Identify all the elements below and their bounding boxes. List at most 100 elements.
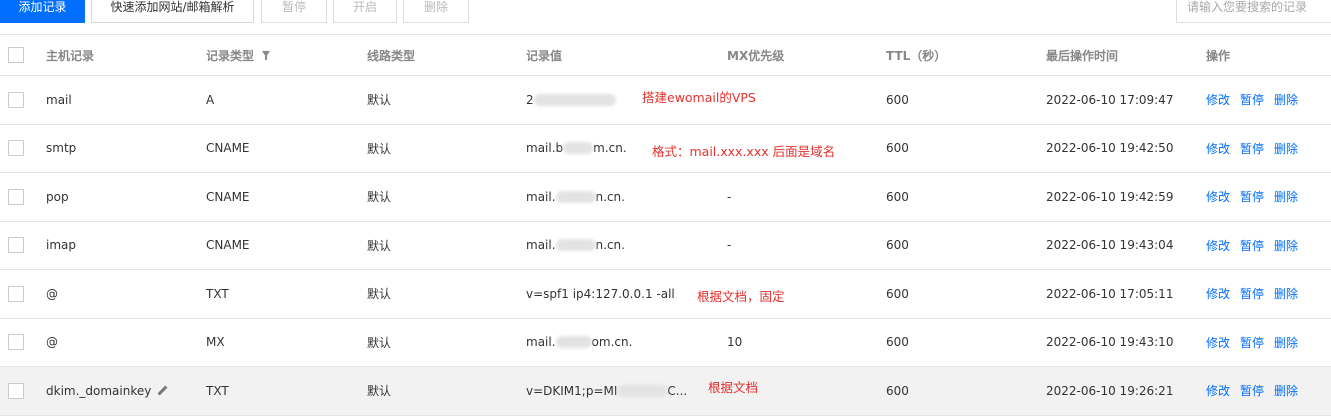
- modify-link[interactable]: 修改: [1206, 382, 1230, 399]
- table-row: @ TXT 默认 v=spf1 ip4:127.0.0.1 -all 600 2…: [0, 270, 1331, 319]
- pause-link[interactable]: 暂停: [1240, 140, 1264, 157]
- annotation-note: 根据文档: [708, 380, 759, 395]
- value-text: v=DKIM1;p=MI: [526, 383, 618, 398]
- ops-cell: 修改 暂停 删除: [1206, 222, 1308, 270]
- value-text: mail.: [526, 238, 556, 253]
- row-checkbox[interactable]: [8, 140, 24, 157]
- redacted-blur: [555, 336, 592, 349]
- value-text: v=spf1 ip4:127.0.0.1 -all: [526, 286, 675, 301]
- delete-link[interactable]: 删除: [1274, 334, 1298, 351]
- value-text-end: n.cn.: [595, 189, 625, 204]
- value-cell: v=spf1 ip4:127.0.0.1 -all: [526, 270, 675, 318]
- time-cell: 2022-06-10 19:42:59: [1046, 189, 1174, 204]
- pencil-icon[interactable]: [157, 386, 167, 396]
- pause-link[interactable]: 暂停: [1240, 237, 1264, 254]
- modify-link[interactable]: 修改: [1206, 91, 1230, 108]
- row-checkbox[interactable]: [8, 188, 24, 205]
- pause-button[interactable]: 暂停: [261, 0, 327, 23]
- value-text-end: om.cn.: [591, 335, 633, 350]
- header-line: 线路类型: [367, 48, 416, 63]
- dns-records-table: 主机记录 记录类型 线路类型 记录值 MX优先级 TTL（秒） 最后操作时间 操…: [0, 34, 1331, 416]
- row-checkbox[interactable]: [8, 91, 24, 108]
- redacted-blur: [555, 239, 596, 252]
- value-text: mail.b: [526, 141, 564, 156]
- mx-cell: -: [727, 189, 732, 204]
- value-text: mail.: [526, 335, 556, 350]
- pause-link[interactable]: 暂停: [1240, 382, 1264, 399]
- redacted-blur: [563, 142, 594, 155]
- type-cell: CNAME: [206, 189, 250, 204]
- value-text-end: C...: [667, 383, 688, 398]
- redacted-blur: [617, 384, 668, 397]
- time-cell: 2022-06-10 17:05:11: [1046, 286, 1174, 301]
- mx-cell: -: [727, 238, 732, 253]
- quick-add-button[interactable]: 快速添加网站/邮箱解析: [91, 0, 254, 23]
- redacted-blur: [555, 190, 596, 203]
- type-cell: TXT: [206, 383, 229, 398]
- annotation-note: 搭建ewomail的VPS: [642, 90, 756, 105]
- header-ops: 操作: [1206, 48, 1231, 63]
- line-cell: 默认: [367, 190, 392, 205]
- time-cell: 2022-06-10 19:43:10: [1046, 335, 1174, 350]
- ops-cell: 修改 暂停 删除: [1206, 76, 1308, 124]
- row-checkbox[interactable]: [8, 285, 24, 302]
- table-row: imap CNAME 默认 mail. n.cn. - 600 2022-06-1…: [0, 222, 1331, 270]
- host-cell: smtp: [46, 141, 77, 156]
- row-checkbox[interactable]: [8, 237, 24, 254]
- ops-cell: 修改 暂停 删除: [1206, 125, 1308, 173]
- row-checkbox[interactable]: [8, 334, 24, 351]
- ops-cell: 修改 暂停 删除: [1206, 173, 1308, 221]
- delete-button[interactable]: 删除: [403, 0, 469, 23]
- delete-link[interactable]: 删除: [1274, 188, 1298, 205]
- host-cell: dkim._domainkey: [46, 367, 167, 415]
- time-cell: 2022-06-10 19:43:04: [1046, 238, 1174, 253]
- delete-link[interactable]: 删除: [1274, 382, 1298, 399]
- row-checkbox[interactable]: [8, 382, 24, 399]
- header-time: 最后操作时间: [1046, 48, 1119, 63]
- line-cell: 默认: [367, 93, 392, 108]
- select-all-checkbox[interactable]: [8, 47, 24, 63]
- time-cell: 2022-06-10 19:42:50: [1046, 141, 1174, 156]
- ops-cell: 修改 暂停 删除: [1206, 367, 1308, 415]
- modify-link[interactable]: 修改: [1206, 188, 1230, 205]
- pause-link[interactable]: 暂停: [1240, 334, 1264, 351]
- filter-icon[interactable]: [262, 51, 271, 60]
- table-row: pop CNAME 默认 mail. n.cn. - 600 2022-06-10…: [0, 173, 1331, 222]
- value-text-end: m.cn.: [593, 141, 627, 156]
- header-value: 记录值: [526, 48, 563, 63]
- pause-link[interactable]: 暂停: [1240, 285, 1264, 302]
- annotation-note: 根据文档，固定: [697, 289, 785, 304]
- modify-link[interactable]: 修改: [1206, 285, 1230, 302]
- value-cell: mail. n.cn.: [526, 222, 625, 270]
- table-row: smtp CNAME 默认 mail.b m.cn. 600 2022-06-10…: [0, 125, 1331, 173]
- redacted-blur: [533, 93, 616, 106]
- toolbar: 添加记录 快速添加网站/邮箱解析 暂停 开启 删除: [0, 0, 1331, 34]
- value-cell: mail. om.cn.: [526, 319, 632, 367]
- annotation-note: 格式：mail.xxx.xxx 后面是域名: [652, 143, 836, 159]
- modify-link[interactable]: 修改: [1206, 237, 1230, 254]
- header-host: 主机记录: [46, 48, 95, 63]
- add-record-button[interactable]: 添加记录: [0, 0, 85, 23]
- pause-link[interactable]: 暂停: [1240, 188, 1264, 205]
- type-cell: CNAME: [206, 238, 250, 253]
- type-cell: MX: [206, 335, 225, 350]
- ttl-cell: 600: [886, 92, 909, 107]
- modify-link[interactable]: 修改: [1206, 140, 1230, 157]
- host-cell: @: [46, 335, 58, 350]
- ops-cell: 修改 暂停 删除: [1206, 270, 1308, 318]
- enable-button[interactable]: 开启: [333, 0, 397, 23]
- modify-link[interactable]: 修改: [1206, 334, 1230, 351]
- ttl-cell: 600: [886, 335, 909, 350]
- ttl-cell: 600: [886, 286, 909, 301]
- table-row: dkim._domainkey TXT 默认 v=DKIM1;p=MI C... …: [0, 367, 1331, 416]
- delete-link[interactable]: 删除: [1274, 91, 1298, 108]
- pause-link[interactable]: 暂停: [1240, 91, 1264, 108]
- delete-link[interactable]: 删除: [1274, 237, 1298, 254]
- value-cell: mail. n.cn.: [526, 173, 625, 221]
- header-type[interactable]: 记录类型: [206, 35, 271, 75]
- search-input[interactable]: [1176, 0, 1331, 23]
- delete-link[interactable]: 删除: [1274, 140, 1298, 157]
- line-cell: 默认: [367, 287, 392, 302]
- table-header: 主机记录 记录类型 线路类型 记录值 MX优先级 TTL（秒） 最后操作时间 操…: [0, 34, 1331, 76]
- delete-link[interactable]: 删除: [1274, 285, 1298, 302]
